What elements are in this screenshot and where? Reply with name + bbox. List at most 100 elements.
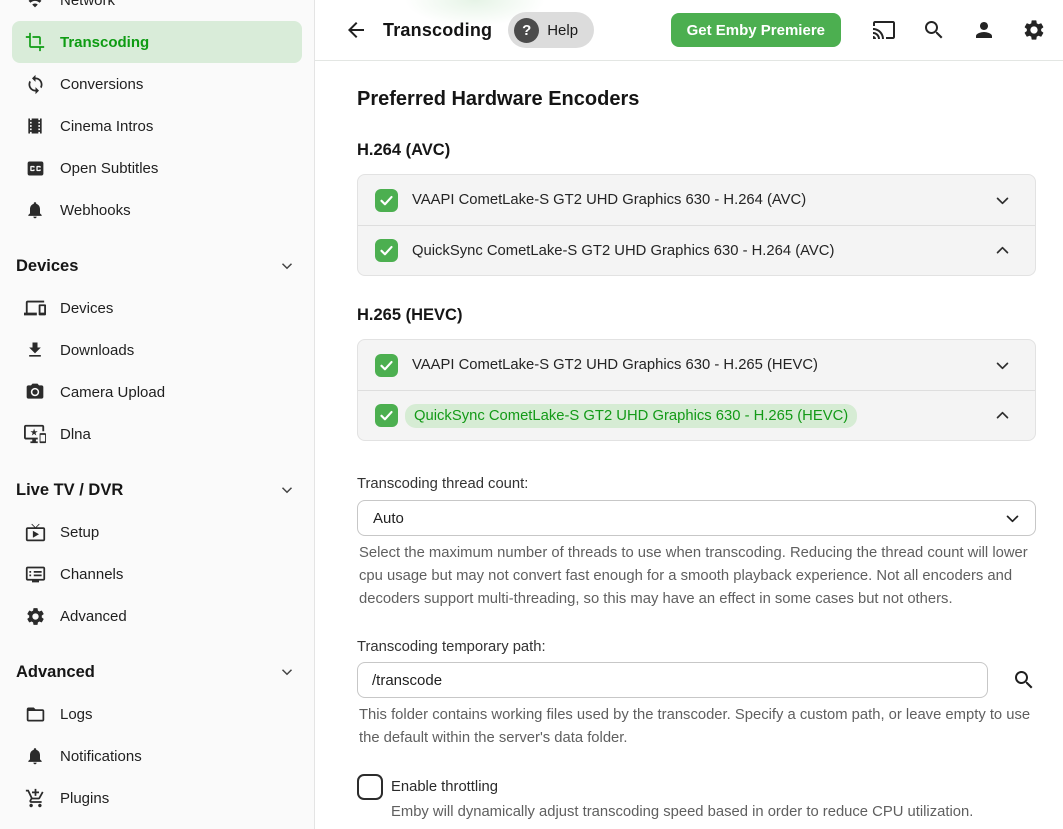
- encoder-row-vaapi-h264[interactable]: VAAPI CometLake-S GT2 UHD Graphics 630 -…: [358, 175, 1035, 225]
- sidebar-item-label: Advanced: [60, 608, 127, 625]
- page-header-title: Transcoding: [383, 20, 492, 41]
- sidebar-item-channels[interactable]: Channels: [12, 553, 302, 595]
- sidebar-item-plugins[interactable]: Plugins: [12, 777, 302, 819]
- section-title: Devices: [16, 257, 78, 276]
- sidebar-item-notifications[interactable]: Notifications: [12, 735, 302, 777]
- film-icon: [24, 115, 46, 137]
- sidebar-item-camera-upload[interactable]: Camera Upload: [12, 371, 302, 413]
- encoder-row-quicksync-h265[interactable]: QuickSync CometLake-S GT2 UHD Graphics 6…: [358, 390, 1035, 440]
- sidebar-item-label: Setup: [60, 524, 99, 541]
- encoder-card-h264: VAAPI CometLake-S GT2 UHD Graphics 630 -…: [357, 174, 1036, 276]
- check-icon: [379, 193, 394, 208]
- checkbox-checked[interactable]: [375, 189, 398, 212]
- sidebar-item-label: Notifications: [60, 748, 142, 765]
- help-button[interactable]: ? Help: [508, 12, 594, 48]
- sidebar-item-transcoding[interactable]: Transcoding: [12, 21, 302, 63]
- encoder-row-quicksync-h264[interactable]: QuickSync CometLake-S GT2 UHD Graphics 6…: [358, 225, 1035, 275]
- user-icon[interactable]: [972, 18, 996, 42]
- sidebar-item-label: Dlna: [60, 426, 91, 443]
- dvr-icon: [24, 563, 46, 585]
- top-bar: Transcoding ? Help Get Emby Premiere: [315, 0, 1063, 61]
- chevron-down-icon: [278, 663, 296, 681]
- sidebar-item-dlna[interactable]: Dlna: [12, 413, 302, 455]
- check-icon: [379, 358, 394, 373]
- search-icon[interactable]: [922, 18, 946, 42]
- temp-path-input[interactable]: [357, 662, 988, 698]
- checkbox-checked[interactable]: [375, 354, 398, 377]
- sidebar-section-devices[interactable]: Devices: [0, 245, 314, 287]
- enable-throttling-row: Enable throttling: [357, 774, 1036, 800]
- main-column: Transcoding ? Help Get Emby Premiere Pre…: [315, 0, 1063, 829]
- thread-count-value: Auto: [373, 510, 404, 527]
- get-emby-premiere-button[interactable]: Get Emby Premiere: [671, 13, 841, 47]
- sidebar-item-label: Cinema Intros: [60, 118, 153, 135]
- encoder-group-heading-h265: H.265 (HEVC): [357, 306, 1036, 325]
- sidebar-item-network[interactable]: Network: [12, 0, 302, 21]
- chevron-up-icon[interactable]: [994, 242, 1011, 259]
- sidebar-item-label: Downloads: [60, 342, 134, 359]
- thread-count-help: Select the maximum number of threads to …: [357, 542, 1036, 611]
- thread-count-select[interactable]: Auto: [357, 500, 1036, 536]
- sidebar-section-advanced[interactable]: Advanced: [0, 651, 314, 693]
- check-icon: [379, 243, 394, 258]
- sidebar-item-label: Plugins: [60, 790, 109, 807]
- sidebar-item-label: Network: [60, 0, 115, 9]
- chevron-down-icon[interactable]: [994, 192, 1011, 209]
- sidebar-item-label: Camera Upload: [60, 384, 165, 401]
- encoder-row-vaapi-h265[interactable]: VAAPI CometLake-S GT2 UHD Graphics 630 -…: [358, 340, 1035, 390]
- throttling-checkbox-unchecked[interactable]: [357, 774, 383, 800]
- sidebar-item-label: Transcoding: [60, 34, 149, 51]
- sidebar-item-open-subtitles[interactable]: Open Subtitles: [12, 147, 302, 189]
- encoder-card-h265: VAAPI CometLake-S GT2 UHD Graphics 630 -…: [357, 339, 1036, 441]
- sidebar-item-label: Channels: [60, 566, 123, 583]
- chevron-down-icon[interactable]: [994, 357, 1011, 374]
- checkbox-checked[interactable]: [375, 404, 398, 427]
- cast-icon[interactable]: [872, 18, 896, 42]
- network-icon: [24, 0, 46, 11]
- browse-search-icon[interactable]: [1012, 668, 1036, 692]
- sidebar-item-logs[interactable]: Logs: [12, 693, 302, 735]
- encoder-label: QuickSync CometLake-S GT2 UHD Graphics 6…: [412, 243, 834, 259]
- sidebar-item-cinema-intros[interactable]: Cinema Intros: [12, 105, 302, 147]
- sidebar-item-label: Logs: [60, 706, 93, 723]
- sidebar-item-setup[interactable]: Setup: [12, 511, 302, 553]
- question-mark-icon: ?: [514, 18, 539, 43]
- sidebar-item-devices[interactable]: Devices: [12, 287, 302, 329]
- emby-settings-app: Network Transcoding Conversions Cinema I…: [0, 0, 1063, 829]
- chevron-down-icon: [1004, 510, 1021, 527]
- sidebar-item-scheduled-tasks[interactable]: Scheduled Tasks: [12, 819, 302, 829]
- sidebar-item-advanced-livetv[interactable]: Advanced: [12, 595, 302, 637]
- cart-plus-icon: [24, 787, 46, 809]
- closed-caption-icon: [24, 157, 46, 179]
- temp-path-help: This folder contains working files used …: [357, 704, 1036, 750]
- sidebar-item-downloads[interactable]: Downloads: [12, 329, 302, 371]
- section-title: Live TV / DVR: [16, 481, 123, 500]
- download-icon: [24, 339, 46, 361]
- sidebar-item-webhooks[interactable]: Webhooks: [12, 189, 302, 231]
- sidebar-section-livetv[interactable]: Live TV / DVR: [0, 469, 314, 511]
- page-title: Preferred Hardware Encoders: [357, 88, 1036, 111]
- check-icon: [379, 408, 394, 423]
- sidebar: Network Transcoding Conversions Cinema I…: [0, 0, 315, 829]
- settings-gear-icon[interactable]: [1022, 18, 1046, 42]
- chevron-down-icon: [278, 257, 296, 275]
- throttling-help: Emby will dynamically adjust transcoding…: [391, 804, 1036, 820]
- live-tv-icon: [24, 521, 46, 543]
- checkbox-checked[interactable]: [375, 239, 398, 262]
- temp-path-label: Transcoding temporary path:: [357, 639, 1036, 655]
- sidebar-item-label: Webhooks: [60, 202, 131, 219]
- chevron-down-icon: [278, 481, 296, 499]
- folder-icon: [24, 703, 46, 725]
- encoder-label: VAAPI CometLake-S GT2 UHD Graphics 630 -…: [412, 192, 806, 208]
- throttling-label: Enable throttling: [391, 779, 498, 795]
- section-title: Advanced: [16, 663, 95, 682]
- chevron-up-icon[interactable]: [994, 407, 1011, 424]
- thread-count-label: Transcoding thread count:: [357, 476, 1036, 492]
- camera-icon: [24, 381, 46, 403]
- devices-icon: [24, 297, 46, 319]
- back-arrow-icon[interactable]: [344, 18, 368, 42]
- encoder-label-highlighted: QuickSync CometLake-S GT2 UHD Graphics 6…: [405, 404, 857, 428]
- gear-icon: [24, 605, 46, 627]
- sidebar-item-conversions[interactable]: Conversions: [12, 63, 302, 105]
- settings-content: Preferred Hardware Encoders H.264 (AVC) …: [315, 61, 1063, 829]
